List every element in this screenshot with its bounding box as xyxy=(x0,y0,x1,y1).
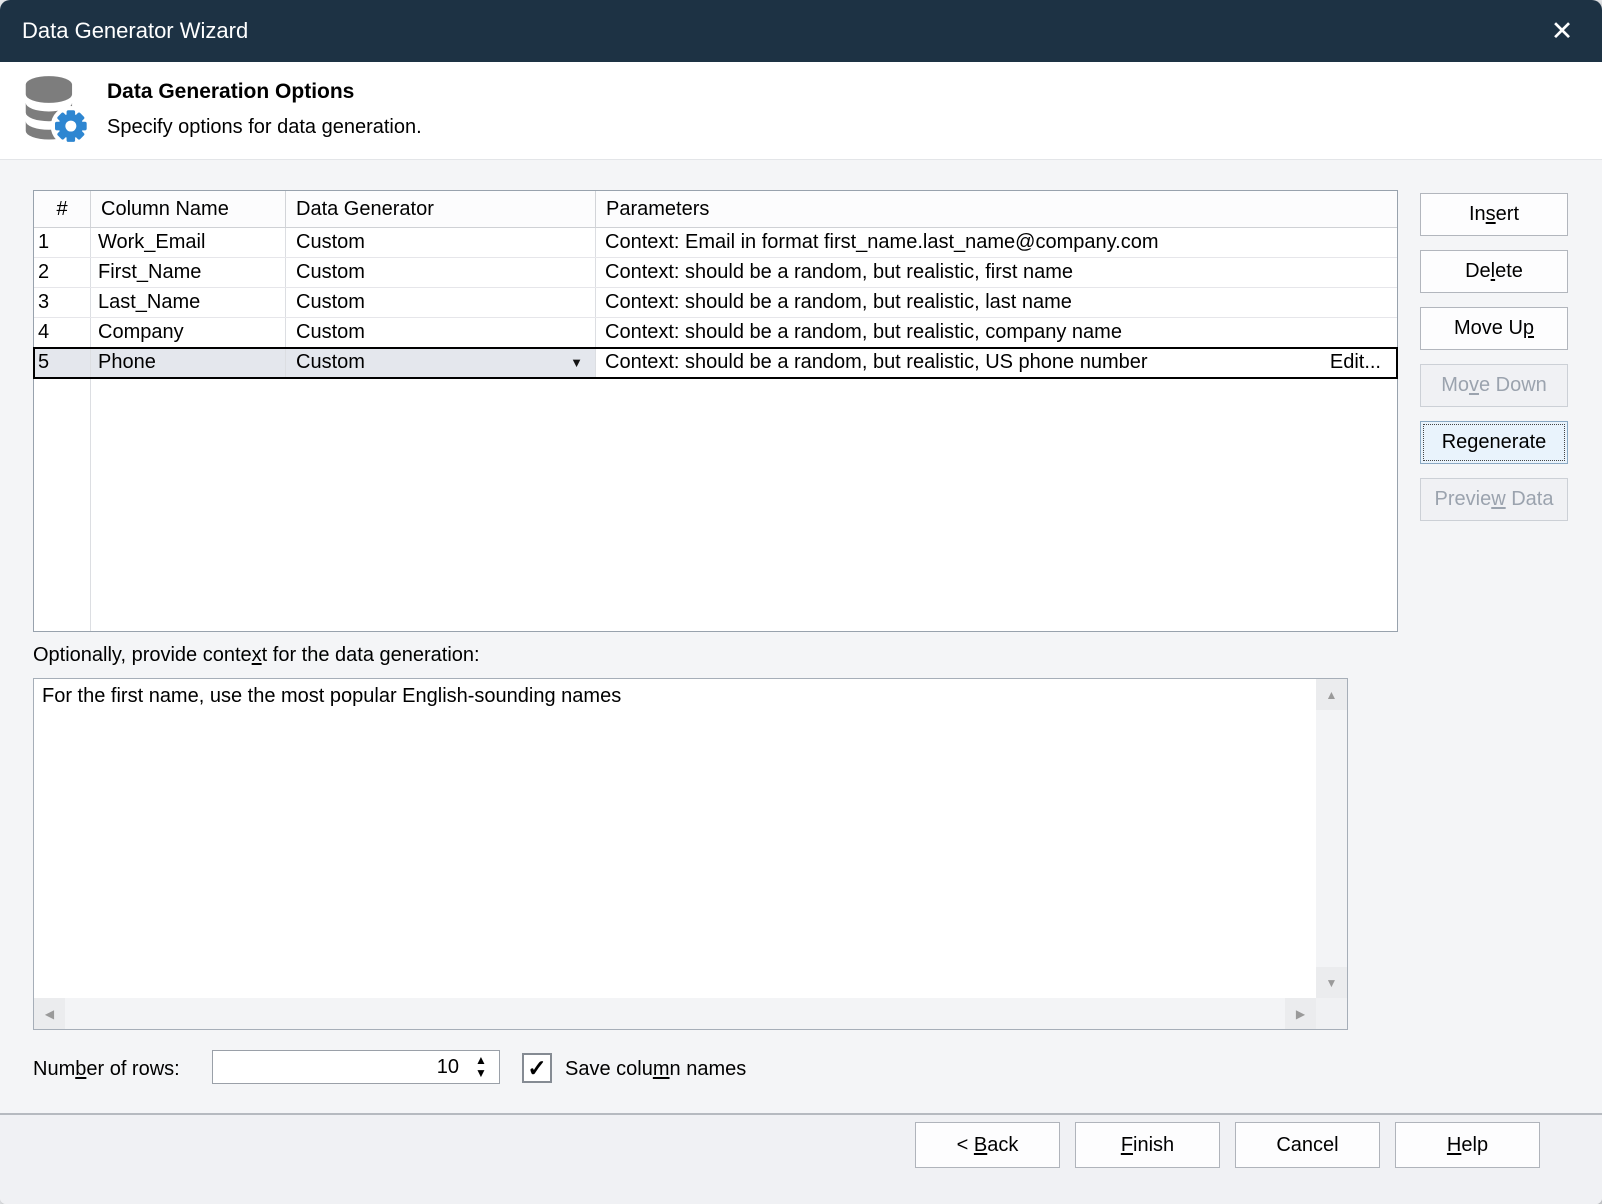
row-number-cell: 4 xyxy=(34,318,91,347)
help-button-label: Help xyxy=(1447,1134,1488,1157)
spin-up-icon[interactable]: ▲ xyxy=(475,1055,487,1066)
table-row[interactable]: 3 Last_Name Custom Context: should be a … xyxy=(34,288,1397,318)
grid-header-row: # Column Name Data Generator Parameters xyxy=(34,191,1397,228)
parameters-cell[interactable]: Context: should be a random, but realist… xyxy=(596,348,1397,377)
vertical-scrollbar[interactable]: ▲ ▼ xyxy=(1316,679,1347,998)
finish-button[interactable]: Finish xyxy=(1075,1122,1220,1168)
preview-data-button[interactable]: Preview Data xyxy=(1420,478,1568,521)
column-name-cell[interactable]: Company xyxy=(91,318,286,347)
scroll-down-icon[interactable]: ▼ xyxy=(1316,967,1347,998)
cancel-button[interactable]: Cancel xyxy=(1235,1122,1380,1168)
page-title: Data Generation Options xyxy=(107,80,354,104)
context-text: For the first name, use the most popular… xyxy=(42,685,621,708)
move-up-button-label: Move Up xyxy=(1454,317,1534,340)
close-icon: ✕ xyxy=(1551,16,1574,47)
regenerate-button[interactable]: Regenerate xyxy=(1420,421,1568,464)
chevron-down-icon[interactable]: ▼ xyxy=(570,355,583,370)
column-header-name[interactable]: Column Name xyxy=(91,191,286,227)
footer-separator xyxy=(0,1113,1602,1115)
row-number-cell: 5 xyxy=(34,348,91,377)
help-button[interactable]: Help xyxy=(1395,1122,1540,1168)
scroll-left-icon[interactable]: ◀ xyxy=(34,998,65,1029)
wizard-header: Data Generation Options Specify options … xyxy=(0,62,1602,160)
columns-grid: # Column Name Data Generator Parameters … xyxy=(33,190,1398,632)
window-title: Data Generator Wizard xyxy=(22,18,248,44)
insert-button[interactable]: Insert xyxy=(1420,193,1568,236)
row-number-cell: 1 xyxy=(34,228,91,257)
regenerate-button-label: Regenerate xyxy=(1442,431,1547,454)
move-up-button[interactable]: Move Up xyxy=(1420,307,1568,350)
save-column-names-label[interactable]: Save column names xyxy=(565,1055,746,1083)
data-generator-wizard-dialog: Data Generator Wizard ✕ xyxy=(0,0,1602,1204)
parameters-cell[interactable]: Context: should be a random, but realist… xyxy=(596,258,1397,287)
parameters-value: Context: should be a random, but realist… xyxy=(605,351,1148,374)
spin-down-icon[interactable]: ▼ xyxy=(475,1068,487,1079)
data-generator-cell[interactable]: Custom xyxy=(286,318,596,347)
column-name-cell[interactable]: First_Name xyxy=(91,258,286,287)
table-row-selected[interactable]: 5 Phone Custom ▼ Context: should be a ra… xyxy=(34,348,1397,378)
scroll-right-icon[interactable]: ▶ xyxy=(1285,998,1316,1029)
back-button[interactable]: < Back xyxy=(915,1122,1060,1168)
data-generator-dropdown[interactable]: Custom ▼ xyxy=(286,348,596,377)
spinner-stepper[interactable]: ▲ ▼ xyxy=(469,1053,493,1081)
move-down-button[interactable]: Move Down xyxy=(1420,364,1568,407)
column-header-number[interactable]: # xyxy=(34,191,91,227)
delete-button-label: Delete xyxy=(1465,260,1523,283)
row-number-cell: 2 xyxy=(34,258,91,287)
data-generator-cell[interactable]: Custom xyxy=(286,258,596,287)
scrollbar-corner xyxy=(1316,998,1347,1029)
table-row[interactable]: 1 Work_Email Custom Context: Email in fo… xyxy=(34,228,1397,258)
edit-parameters-button[interactable]: Edit... xyxy=(1330,351,1381,374)
page-subtitle: Specify options for data generation. xyxy=(107,116,422,139)
number-of-rows-value: 10 xyxy=(437,1051,459,1083)
parameters-cell[interactable]: Context: Email in format first_name.last… xyxy=(596,228,1397,257)
column-header-generator[interactable]: Data Generator xyxy=(286,191,596,227)
data-generator-cell[interactable]: Custom xyxy=(286,288,596,317)
back-button-label: < Back xyxy=(957,1134,1019,1157)
close-button[interactable]: ✕ xyxy=(1542,11,1582,51)
column-name-cell[interactable]: Last_Name xyxy=(91,288,286,317)
data-generator-cell[interactable]: Custom xyxy=(286,228,596,257)
number-of-rows-label: Number of rows: xyxy=(33,1053,180,1085)
title-bar: Data Generator Wizard ✕ xyxy=(0,0,1602,62)
row-number-cell: 3 xyxy=(34,288,91,317)
table-row[interactable]: 4 Company Custom Context: should be a ra… xyxy=(34,318,1397,348)
save-column-names-checkbox[interactable]: ✓ xyxy=(522,1053,552,1083)
parameters-cell[interactable]: Context: should be a random, but realist… xyxy=(596,318,1397,347)
cancel-button-label: Cancel xyxy=(1276,1134,1338,1157)
delete-button[interactable]: Delete xyxy=(1420,250,1568,293)
context-label: Optionally, provide context for the data… xyxy=(33,644,480,667)
column-name-cell[interactable]: Work_Email xyxy=(91,228,286,257)
table-row[interactable]: 2 First_Name Custom Context: should be a… xyxy=(34,258,1397,288)
context-textarea[interactable]: For the first name, use the most popular… xyxy=(33,678,1348,1030)
scroll-up-icon[interactable]: ▲ xyxy=(1316,679,1347,710)
column-name-cell[interactable]: Phone xyxy=(91,348,286,377)
number-of-rows-input[interactable]: 10 ▲ ▼ xyxy=(212,1050,500,1084)
checkmark-icon: ✓ xyxy=(527,1055,546,1082)
parameters-cell[interactable]: Context: should be a random, but realist… xyxy=(596,288,1397,317)
data-generator-value: Custom xyxy=(296,351,365,374)
preview-data-button-label: Preview Data xyxy=(1435,488,1554,511)
database-gear-icon xyxy=(16,70,94,148)
horizontal-scrollbar[interactable]: ◀ ▶ xyxy=(34,998,1316,1029)
move-down-button-label: Move Down xyxy=(1441,374,1547,397)
insert-button-label: Insert xyxy=(1469,203,1519,226)
finish-button-label: Finish xyxy=(1121,1134,1174,1157)
column-header-parameters[interactable]: Parameters xyxy=(596,191,1397,227)
